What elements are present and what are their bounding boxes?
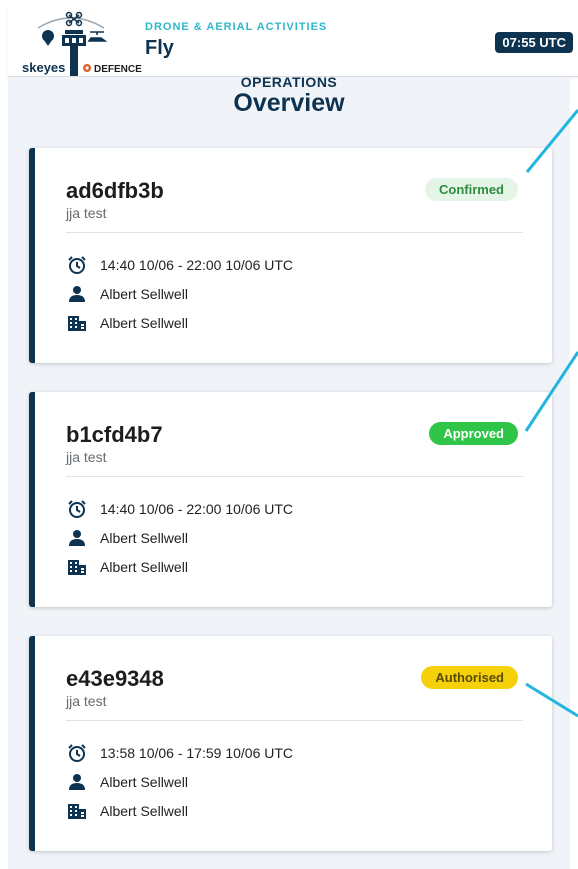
callout-line [524,351,578,432]
annotation-callouts [524,109,578,718]
callout-line [525,109,578,173]
callout-line [525,682,578,718]
